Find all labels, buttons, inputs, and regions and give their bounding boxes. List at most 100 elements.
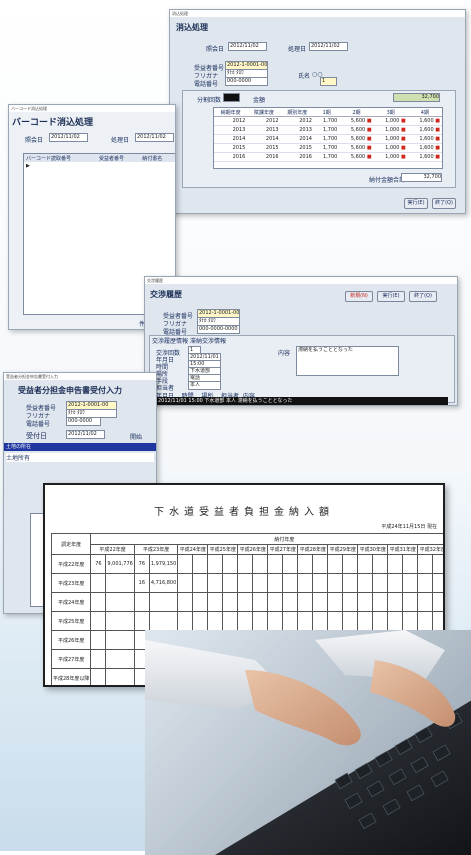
- tel-label: 電話番号: [194, 81, 219, 88]
- report-cell: [432, 611, 443, 631]
- report-cell: [252, 573, 269, 593]
- grid-cell: 2013: [247, 125, 281, 135]
- report-cell: [297, 592, 314, 612]
- report-year-head: 平成22年度: [90, 544, 135, 555]
- content-field[interactable]: 滞納を払うこととなった: [296, 346, 399, 376]
- report-cell: [148, 611, 179, 631]
- grid-header: 1期: [313, 108, 340, 117]
- flag-icon: ■: [365, 154, 372, 160]
- report-cell: [105, 630, 135, 650]
- grid-cell: 5,600 ■: [339, 152, 374, 162]
- exec-button[interactable]: 実行(E): [404, 198, 428, 209]
- count-field[interactable]: 1: [320, 77, 337, 86]
- grid-row[interactable]: 2016 2016 2016 1,700 5,600 ■ 1,000 ■ 1,600 ■: [214, 152, 442, 162]
- process-date-field[interactable]: 2012/11/02: [309, 42, 348, 51]
- report-year-head: 平成27年度: [267, 544, 299, 555]
- grid-row[interactable]: 2013 2013 2013 1,700 5,600 ■ 1,000 ■ 1,600 ■: [214, 125, 442, 135]
- report-cell: 9,001,776: [105, 554, 135, 574]
- report-cell: [192, 554, 209, 574]
- negotiation-window: 交渉履歴 交渉履歴 新規(N) 実行(E) 終了(Q) 受益者番号 2012-1…: [144, 276, 458, 406]
- report-cell: [252, 611, 269, 631]
- report-cell: [327, 554, 344, 574]
- report-cell: [148, 592, 179, 612]
- report-cell: 4,716,800: [148, 573, 179, 593]
- flag-icon: ■: [433, 127, 440, 133]
- report-cell: [297, 554, 314, 574]
- date-field[interactable]: 2012/11/02: [49, 133, 88, 142]
- hand-left: [245, 670, 361, 746]
- total-field: 32,700: [401, 173, 442, 182]
- flag-icon: ■: [399, 136, 406, 142]
- exec-button[interactable]: 実行(E): [377, 291, 405, 302]
- list-item[interactable]: 土地所有: [6, 453, 154, 462]
- date-field[interactable]: 2012/11/02: [228, 42, 267, 51]
- report-date: 平成24年11月15日 現在: [381, 524, 437, 530]
- report-cell: [177, 554, 194, 574]
- end-button[interactable]: 終了(Q): [409, 291, 437, 302]
- grid-cell: 2012: [280, 116, 314, 126]
- process-date-label: 処理日: [288, 46, 307, 53]
- grid-cell: 2014: [247, 134, 281, 144]
- report-cell: [237, 611, 254, 631]
- flag-icon: ■: [399, 118, 406, 124]
- installments-grid[interactable]: 納期年度 賦課年度 期別年度 1期 2期 3期 4期 2012 2012 2012 1,700 5,6…: [213, 107, 443, 169]
- new-button[interactable]: 新規(N): [345, 291, 373, 302]
- tel-field[interactable]: 000-0000-0000: [197, 325, 240, 334]
- grid-cell: 2015: [247, 143, 281, 153]
- report-cell: [297, 611, 314, 631]
- report-cell: [342, 573, 359, 593]
- report-cell: [402, 573, 419, 593]
- grid-cell: 1,700: [313, 143, 340, 153]
- report-cell: [177, 592, 194, 612]
- tab-negotiation[interactable]: 滞納交渉情報: [190, 336, 226, 345]
- report-cell: [105, 611, 135, 631]
- grid-cell: 1,600 ■: [407, 143, 442, 153]
- report-cell: [90, 611, 107, 631]
- row-marker: ▶: [26, 163, 30, 169]
- report-cell: [105, 649, 135, 669]
- grid-cell: 1,700: [313, 152, 340, 162]
- end-button[interactable]: 終了(Q): [432, 198, 456, 209]
- report-cell: [177, 573, 194, 593]
- grid-row[interactable]: 2014 2014 2014 1,700 5,600 ■ 1,000 ■ 1,600 ■: [214, 134, 442, 144]
- process-date-field[interactable]: 2012/11/02: [135, 133, 174, 142]
- report-year-head: 平成30年度: [357, 544, 389, 555]
- report-year-head: 平成23年度: [133, 544, 179, 555]
- report-cell: [207, 611, 224, 631]
- grid-cell: 1,000 ■: [373, 116, 408, 126]
- grid-cell: 2014: [280, 134, 314, 144]
- report-cell: [237, 554, 254, 574]
- tab-history[interactable]: 交渉履歴情報: [152, 336, 188, 345]
- tel-field[interactable]: 000-0000: [225, 77, 268, 86]
- list-item-selected[interactable]: 土地の所在: [4, 443, 156, 451]
- report-section: 納付年度: [90, 533, 443, 545]
- grid-cell: 5,600 ■: [339, 116, 374, 126]
- history-panel: 交渉履歴情報 滞納交渉情報 交渉回数 1 年月日 2012/11/01 時間 1…: [149, 335, 455, 405]
- tel-label: 電話番号: [26, 421, 51, 428]
- report-year-head: 平成32年度: [417, 544, 443, 555]
- grid-row[interactable]: 2015 2015 2015 1,700 5,600 ■ 1,000 ■ 1,600 ■: [214, 143, 442, 153]
- report-cell: [222, 592, 239, 612]
- window-caption: 受益者分担金申告書受付入力: [4, 373, 156, 380]
- recv-field[interactable]: 2012/11/02: [66, 430, 105, 439]
- report-cell: [282, 611, 299, 631]
- grid-row[interactable]: 2012 2012 2012 1,700 5,600 ■ 1,000 ■ 1,600 ■: [214, 116, 442, 126]
- report-cell: [192, 611, 209, 631]
- grid-header: 2期: [339, 108, 374, 117]
- report-row-label: 平成22年度: [50, 554, 92, 574]
- count-box[interactable]: [223, 93, 240, 102]
- tel-field[interactable]: 000-0000: [66, 417, 101, 426]
- date-label: 照会日: [206, 46, 225, 53]
- report-cell: [192, 573, 209, 593]
- report-row: 平成23年度164,716,800374,716,800: [50, 573, 443, 593]
- grid-cell: 2014: [214, 134, 248, 144]
- report-cell: [282, 554, 299, 574]
- history-row[interactable]: 2012/11/01 15:00 下水道部 本人 滞納を払うこととなった: [156, 397, 448, 405]
- report-cell: [90, 592, 107, 612]
- amount-field[interactable]: 32,700: [393, 93, 440, 102]
- report-cell: 76: [133, 554, 150, 574]
- col-barcode: バーコード読取番号: [26, 155, 72, 162]
- grid-cell: 2013: [214, 125, 248, 135]
- report-cell: [432, 573, 443, 593]
- person-field[interactable]: 本人: [188, 381, 221, 390]
